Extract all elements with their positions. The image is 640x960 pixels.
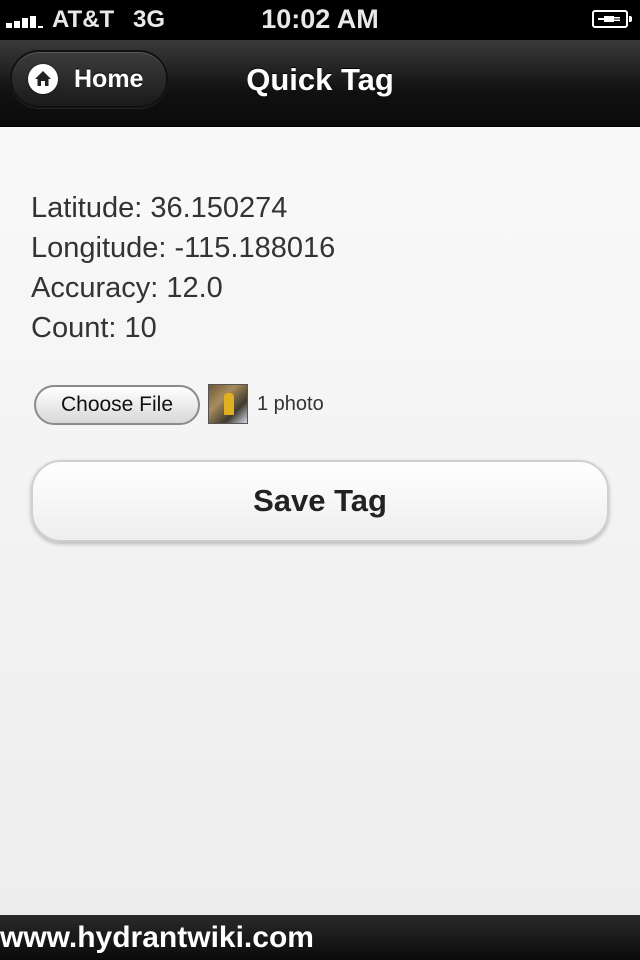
status-time: 10:02 AM [261, 4, 379, 34]
save-tag-button[interactable]: Save Tag [31, 460, 609, 542]
nav-bar: Home Quick Tag [0, 40, 640, 127]
status-bar: AT&T 3G 10:02 AM [0, 0, 640, 40]
main-content: Latitude: 36.150274 Longitude: -115.1880… [0, 127, 640, 915]
footer-bar: www.hydrantwiki.com [0, 915, 640, 960]
accuracy-text: Accuracy: 12.0 [31, 272, 223, 304]
hydrant-image [224, 393, 234, 415]
latitude-text: Latitude: 36.150274 [31, 192, 288, 224]
footer-url: www.hydrantwiki.com [0, 921, 314, 954]
photo-count-text: 1 photo [257, 393, 324, 415]
page-title: Quick Tag [246, 62, 394, 97]
battery-icon [592, 10, 632, 28]
count-text: Count: 10 [31, 312, 157, 344]
choose-file-button[interactable]: Choose File [34, 385, 200, 425]
photo-thumbnail [208, 384, 248, 424]
longitude-text: Longitude: -115.188016 [31, 232, 336, 264]
